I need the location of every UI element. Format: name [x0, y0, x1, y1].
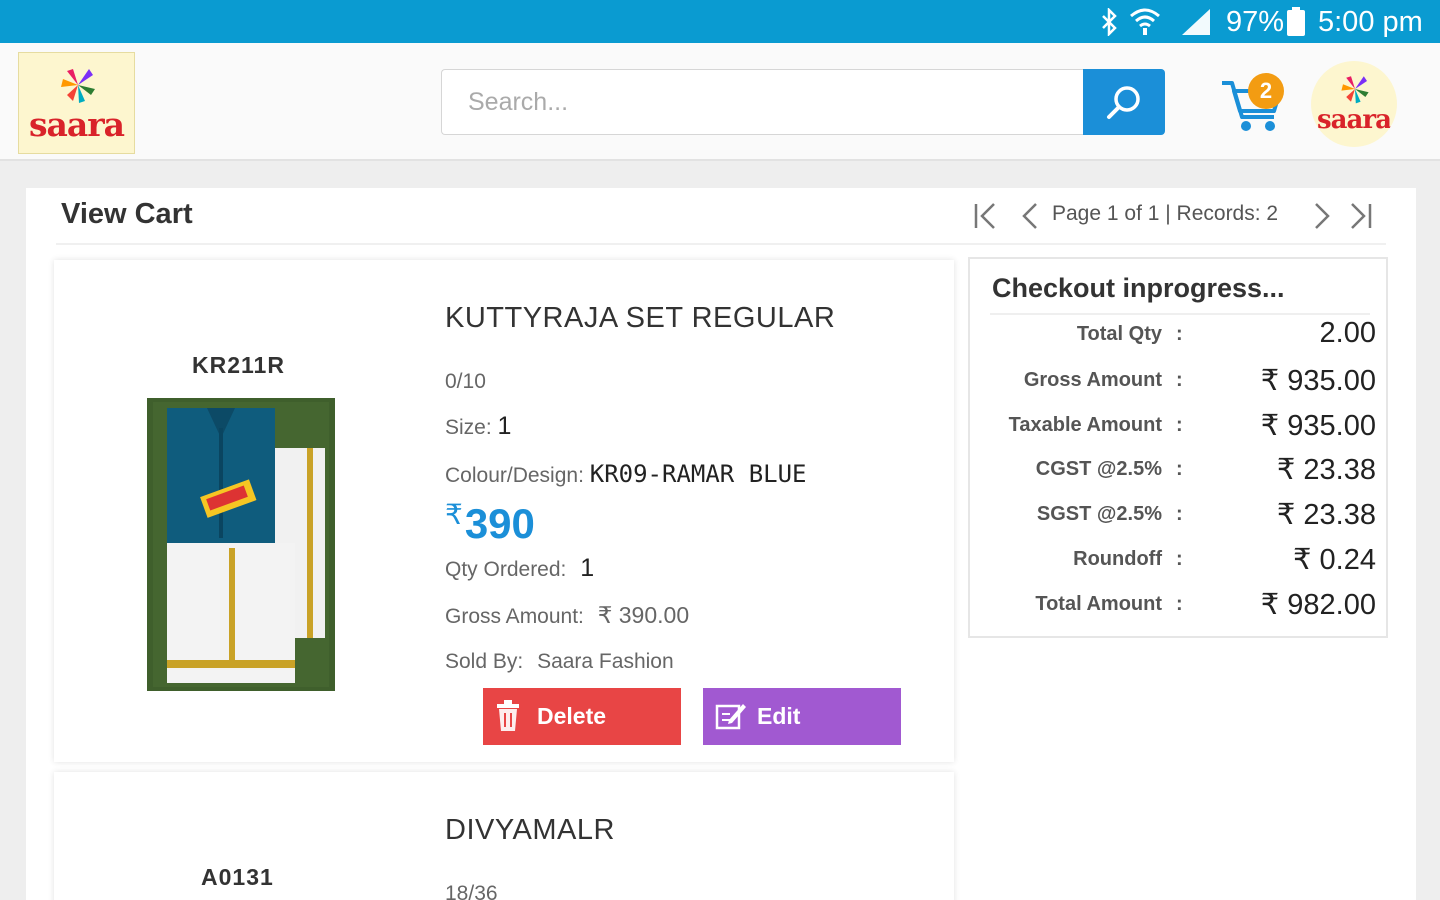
- summary-colon: :: [1176, 369, 1183, 391]
- summary-label: Total Qty: [1076, 323, 1162, 345]
- summary-label: SGST @2.5%: [1036, 503, 1162, 525]
- battery-percent: 97%: [1226, 6, 1285, 38]
- gross-value: ₹ 390.00: [597, 602, 690, 628]
- avatar-text: saara: [1317, 105, 1392, 135]
- summary-value: ₹ 935.00: [1260, 365, 1376, 397]
- avatar[interactable]: saara: [1311, 61, 1397, 147]
- item-size-range: 18/36: [445, 882, 498, 900]
- size-label: Size:: [445, 416, 492, 439]
- item-gross: Gross Amount: ₹ 390.00: [445, 602, 689, 629]
- colour-value: KR09-RAMAR BLUE: [589, 460, 807, 488]
- summary-row-taxable-amount: Taxable Amount : ₹ 935.00: [970, 406, 1386, 446]
- item-size: Size: 1: [445, 412, 511, 441]
- summary-colon: :: [1176, 323, 1183, 345]
- search-icon: [1107, 86, 1140, 119]
- last-page-icon[interactable]: [1344, 196, 1380, 236]
- app-header: saara 2 saara: [0, 43, 1440, 161]
- clock: 5:00 pm: [1318, 6, 1423, 38]
- cart-item-card: A0131 DIVYAMALR 18/36: [54, 772, 954, 900]
- product-photo-icon: [147, 398, 335, 691]
- summary-label: Total Amount: [1035, 593, 1162, 615]
- trash-icon: [497, 700, 519, 731]
- summary-colon: :: [1176, 593, 1183, 615]
- summary-value: ₹ 982.00: [1260, 589, 1376, 621]
- colour-label: Colour/Design:: [445, 464, 584, 487]
- cart-item-card: KR211R KUTTYRAJA SET REGULAR 0/10 Size: …: [54, 260, 954, 762]
- summary-value: ₹ 23.38: [1276, 499, 1376, 531]
- item-code: KR211R: [192, 352, 285, 378]
- summary-row-cgst: CGST @2.5% : ₹ 23.38: [970, 450, 1386, 490]
- item-seller: Sold By: Saara Fashion: [445, 650, 674, 674]
- summary-row-total-qty: Total Qty : 2.00: [970, 315, 1386, 355]
- sold-value: Saara Fashion: [537, 650, 674, 673]
- item-code: A0131: [201, 864, 274, 890]
- delete-label: Delete: [537, 703, 607, 729]
- sold-label: Sold By:: [445, 650, 524, 673]
- edit-button[interactable]: Edit: [703, 688, 901, 745]
- search-button[interactable]: [1083, 69, 1165, 135]
- summary-value: ₹ 0.24: [1293, 544, 1376, 576]
- bluetooth-icon: [1102, 8, 1117, 36]
- item-name: DIVYAMALR: [445, 814, 615, 846]
- page-title: View Cart: [61, 198, 193, 230]
- summary-label: Roundoff: [1073, 548, 1162, 570]
- summary-label: Taxable Amount: [1008, 414, 1162, 436]
- flower-mark-icon: [1341, 76, 1369, 104]
- summary-title: Checkout inprogress...: [992, 273, 1285, 303]
- brand-logo[interactable]: saara: [18, 52, 135, 154]
- flower-mark-icon: [61, 69, 95, 103]
- edit-label: Edit: [757, 703, 801, 729]
- item-name: KUTTYRAJA SET REGULAR: [445, 302, 836, 334]
- summary-row-total-amount: Total Amount : ₹ 982.00: [970, 585, 1386, 625]
- qty-label: Qty Ordered:: [445, 558, 567, 581]
- divider: [56, 243, 1386, 245]
- summary-value: 2.00: [1319, 317, 1376, 349]
- gross-label: Gross Amount:: [445, 605, 584, 628]
- summary-colon: :: [1176, 458, 1183, 480]
- summary-colon: :: [1176, 548, 1183, 570]
- qty-value: 1: [580, 554, 595, 582]
- summary-label: CGST @2.5%: [1035, 458, 1162, 480]
- item-qty: Qty Ordered: 1: [445, 554, 594, 583]
- price-value: 390: [464, 500, 535, 547]
- first-page-icon[interactable]: [966, 196, 1002, 236]
- size-value: 1: [497, 412, 512, 440]
- signal-icon: [1182, 9, 1210, 35]
- delete-button[interactable]: Delete: [483, 688, 681, 745]
- pager-text: Page 1 of 1 | Records: 2: [1052, 202, 1279, 225]
- status-bar: 97% 5:00 pm: [0, 0, 1440, 43]
- summary-row-sgst: SGST @2.5% : ₹ 23.38: [970, 495, 1386, 535]
- prev-page-icon[interactable]: [1012, 196, 1048, 236]
- summary-row-roundoff: Roundoff : ₹ 0.24: [970, 540, 1386, 580]
- logo-text: saara: [28, 105, 125, 144]
- summary-value: ₹ 23.38: [1276, 454, 1376, 486]
- cart-count-badge: 2: [1248, 73, 1284, 109]
- checkout-summary: Checkout inprogress... Total Qty : 2.00 …: [968, 257, 1388, 638]
- summary-label: Gross Amount: [1023, 369, 1162, 391]
- summary-value: ₹ 935.00: [1260, 410, 1376, 442]
- item-colour: Colour/Design: KR09-RAMAR BLUE: [445, 460, 807, 488]
- summary-row-gross-amount: Gross Amount : ₹ 935.00: [970, 361, 1386, 401]
- summary-colon: :: [1176, 414, 1183, 436]
- wifi-icon: [1130, 8, 1160, 35]
- item-price: ₹390: [445, 498, 535, 548]
- search-input[interactable]: [441, 69, 1084, 135]
- edit-icon: [715, 704, 746, 730]
- product-image[interactable]: [147, 398, 335, 691]
- summary-colon: :: [1176, 503, 1183, 525]
- next-page-icon[interactable]: [1304, 196, 1340, 236]
- battery-icon: [1287, 7, 1305, 36]
- rupee-symbol: ₹: [445, 499, 463, 530]
- item-size-range: 0/10: [445, 370, 486, 393]
